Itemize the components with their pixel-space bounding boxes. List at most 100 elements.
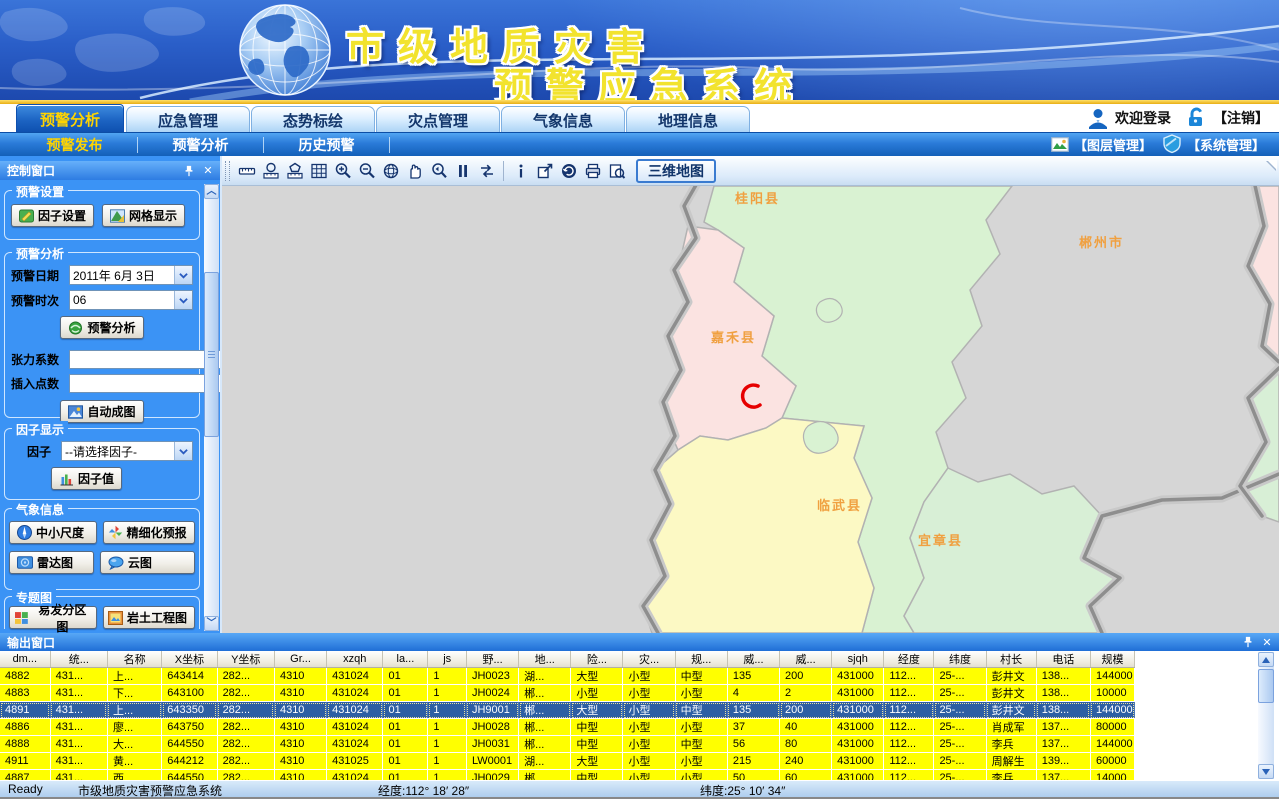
column-header[interactable]: la... [383, 651, 428, 668]
table-cell[interactable]: 4310 [274, 770, 326, 781]
table-cell[interactable]: 4310 [274, 702, 326, 719]
cloud-button[interactable]: 云图 [100, 551, 195, 574]
pan-hand-icon[interactable] [403, 159, 426, 182]
table-cell[interactable]: 431... [50, 685, 107, 702]
table-cell[interactable]: 431000 [832, 702, 884, 719]
scroll-down-button[interactable] [1258, 764, 1274, 779]
table-cell[interactable]: 137... [1036, 770, 1090, 781]
table-cell[interactable]: 431... [50, 719, 107, 736]
analyze-button[interactable]: 预警分析 [60, 316, 143, 339]
scroll-up-button[interactable] [1258, 652, 1274, 667]
table-cell[interactable]: 上... [107, 668, 161, 685]
table-cell[interactable]: 郴... [519, 719, 571, 736]
table-cell[interactable]: 大... [107, 736, 161, 753]
output-scrollbar[interactable] [1258, 652, 1274, 779]
table-cell[interactable]: 643100 [162, 685, 217, 702]
tab-6[interactable]: 地理信息 [626, 106, 750, 133]
subtab-2[interactable]: 预警分析 [138, 135, 263, 155]
table-cell[interactable]: 廖... [107, 719, 161, 736]
fine-forecast-button[interactable]: 精细化预报 [103, 521, 195, 544]
table-cell[interactable]: 431024 [327, 736, 383, 753]
mesoscale-button[interactable]: 中小尺度 [9, 521, 97, 544]
warning-date-select[interactable]: 2011年 6月 3日 [69, 265, 193, 285]
table-cell[interactable]: 4310 [274, 736, 326, 753]
table-cell[interactable]: 282... [217, 668, 274, 685]
table-cell[interactable]: 4888 [0, 736, 50, 753]
table-cell[interactable]: 135 [727, 668, 779, 685]
chevron-down-icon[interactable] [174, 291, 192, 309]
table-cell[interactable]: 282... [217, 685, 274, 702]
factor-settings-button[interactable]: 因子设置 [11, 204, 94, 227]
table-cell[interactable]: 60000 [1090, 753, 1134, 770]
table-cell[interactable]: JH0029 [466, 770, 518, 781]
table-cell[interactable]: 4911 [0, 753, 50, 770]
globe-icon[interactable] [379, 159, 402, 182]
table-cell[interactable]: 40 [780, 719, 832, 736]
grid-display-button[interactable]: 网格显示 [102, 204, 185, 227]
toolbar-overflow-corner[interactable] [1267, 160, 1277, 170]
tab-2[interactable]: 应急管理 [126, 106, 250, 133]
table-cell[interactable]: 138... [1036, 668, 1090, 685]
ruler-icon[interactable] [235, 159, 258, 182]
table-cell[interactable]: 小型 [623, 753, 675, 770]
table-cell[interactable]: 1 [428, 753, 467, 770]
radar-button[interactable]: 雷达图 [9, 551, 94, 574]
table-cell[interactable]: 431000 [832, 770, 884, 781]
table-cell[interactable]: 中型 [571, 736, 623, 753]
table-cell[interactable]: 138... [1036, 702, 1090, 719]
table-cell[interactable]: 25-... [934, 685, 986, 702]
table-cell[interactable]: 25-... [934, 753, 986, 770]
column-header[interactable]: dm... [0, 651, 50, 668]
column-header[interactable]: 规... [675, 651, 727, 668]
column-header[interactable]: 规模 [1090, 651, 1134, 668]
table-cell[interactable]: 中型 [571, 719, 623, 736]
table-row[interactable]: 4891431...上...643350282...4310431024011J… [0, 702, 1135, 719]
login-link[interactable]: 欢迎登录 [1087, 107, 1171, 129]
table-cell[interactable]: 431000 [832, 736, 884, 753]
table-cell[interactable]: 郴... [519, 702, 571, 719]
table-cell[interactable]: 4310 [274, 753, 326, 770]
table-cell[interactable]: 01 [383, 736, 428, 753]
measure-polygon-icon[interactable] [283, 159, 306, 182]
table-cell[interactable]: 4883 [0, 685, 50, 702]
column-header[interactable]: 灾... [623, 651, 675, 668]
table-cell[interactable]: 37 [727, 719, 779, 736]
close-output-icon[interactable]: ✕ [1261, 636, 1273, 648]
table-cell[interactable]: 643414 [162, 668, 217, 685]
table-cell[interactable]: 431024 [327, 685, 383, 702]
table-cell[interactable]: 431024 [327, 668, 383, 685]
table-cell[interactable]: 4891 [0, 702, 50, 719]
column-header[interactable]: 威... [727, 651, 779, 668]
column-header[interactable]: 地... [519, 651, 571, 668]
table-cell[interactable]: 大型 [571, 702, 623, 719]
column-header[interactable]: sjqh [832, 651, 884, 668]
grid-icon[interactable] [307, 159, 330, 182]
table-cell[interactable]: 4310 [274, 668, 326, 685]
table-cell[interactable]: 431000 [832, 719, 884, 736]
column-header[interactable]: js [428, 651, 467, 668]
table-cell[interactable]: 彭井文 [986, 685, 1036, 702]
table-cell[interactable]: 282... [217, 770, 274, 781]
table-cell[interactable]: 112... [884, 668, 934, 685]
table-cell[interactable]: JH9001 [466, 702, 518, 719]
column-header[interactable]: 村长 [986, 651, 1036, 668]
table-cell[interactable]: 西... [107, 770, 161, 781]
scroll-thumb[interactable] [1258, 669, 1274, 703]
table-cell[interactable]: 25-... [934, 736, 986, 753]
chevron-down-icon[interactable] [174, 266, 192, 284]
table-cell[interactable]: 240 [780, 753, 832, 770]
table-row[interactable]: 4883431...下...643100282...4310431024011J… [0, 685, 1135, 702]
table-cell[interactable]: 431... [50, 668, 107, 685]
table-cell[interactable]: 4886 [0, 719, 50, 736]
table-row[interactable]: 4886431...廖...643750282...4310431024011J… [0, 719, 1135, 736]
table-cell[interactable]: 4 [727, 685, 779, 702]
table-cell[interactable]: 112... [884, 702, 934, 719]
table-cell[interactable]: 139... [1036, 753, 1090, 770]
table-cell[interactable]: 644212 [162, 753, 217, 770]
table-cell[interactable]: 112... [884, 685, 934, 702]
table-cell[interactable]: 中型 [675, 736, 727, 753]
table-cell[interactable]: 112... [884, 753, 934, 770]
scroll-down-button[interactable]: ﹀ [204, 616, 219, 631]
output-table[interactable]: dm...统...名称X坐标Y坐标Gr...xzqhla...js野...地..… [0, 651, 1256, 780]
table-cell[interactable]: 643350 [162, 702, 217, 719]
